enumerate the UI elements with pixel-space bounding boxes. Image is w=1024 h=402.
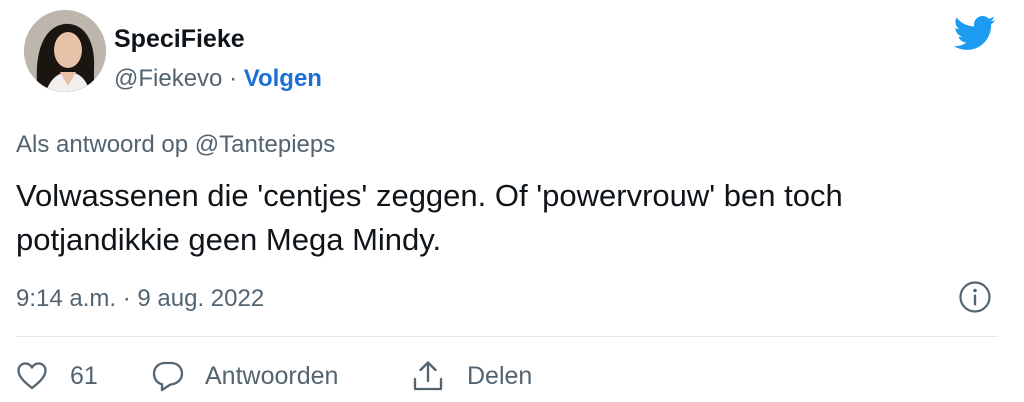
handle-row: @Fiekevo · Volgen [114, 64, 322, 94]
tweet-card: SpeciFieke @Fiekevo · Volgen Als antwoor… [0, 0, 1024, 402]
twitter-bird-icon[interactable] [952, 14, 996, 52]
user-handle[interactable]: @Fiekevo [114, 65, 222, 92]
follow-button[interactable]: Volgen [244, 65, 322, 92]
like-button[interactable]: 61 [16, 361, 151, 391]
like-count: 61 [70, 361, 98, 390]
reply-context: Als antwoord op @Tantepieps [16, 131, 336, 158]
heart-icon [17, 362, 47, 390]
separator-dot: · [222, 65, 244, 92]
display-name[interactable]: SpeciFieke [114, 24, 245, 54]
reply-button[interactable]: Antwoorden [151, 360, 411, 392]
speech-bubble-icon [152, 361, 184, 392]
reply-label: Antwoorden [205, 361, 339, 390]
avatar-photo [24, 10, 106, 92]
tweet-timestamp[interactable]: 9:14 a.m. · 9 aug. 2022 [16, 284, 264, 314]
action-bar: 61 Antwoorden Delen [16, 356, 532, 396]
tweet-text: Volwassenen die 'centjes' zeggen. Of 'po… [16, 178, 843, 257]
share-label: Delen [467, 361, 533, 390]
share-icon [413, 361, 443, 391]
share-button[interactable]: Delen [411, 359, 532, 393]
avatar[interactable] [24, 10, 106, 92]
info-icon[interactable] [958, 280, 992, 314]
divider [16, 336, 998, 337]
